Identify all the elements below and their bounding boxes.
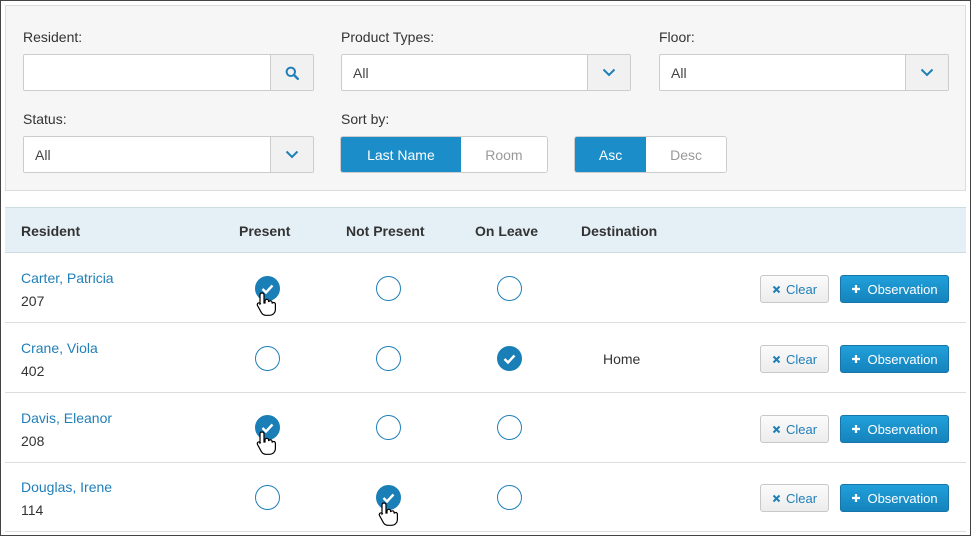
header-not-present: Not Present: [346, 223, 425, 239]
status-value: All: [35, 147, 51, 163]
resident-room: 208: [21, 433, 45, 449]
resident-room: 114: [21, 502, 44, 518]
clear-button[interactable]: Clear: [760, 275, 829, 303]
sort-asc-button[interactable]: Asc: [575, 137, 647, 172]
search-button[interactable]: [270, 55, 313, 90]
search-icon: [285, 66, 299, 80]
resident-name-link[interactable]: Carter, Patricia: [21, 270, 114, 286]
close-icon: [772, 285, 781, 293]
not-present-radio[interactable]: [376, 346, 401, 371]
table-row: Davis, Eleanor 208 Clear Observation: [5, 394, 966, 463]
clear-button-label: Clear: [785, 490, 818, 506]
observation-button-label: Observation: [867, 490, 938, 506]
table-row: Crane, Viola 402 Home Clear Observation: [5, 324, 966, 393]
chevron-down-icon: [602, 68, 616, 77]
add-observation-button[interactable]: Observation: [840, 484, 949, 512]
floor-value: All: [671, 65, 687, 81]
hand-cursor-icon: [378, 502, 398, 526]
clear-button[interactable]: Clear: [760, 415, 829, 443]
plus-icon: [852, 285, 861, 293]
on-leave-radio[interactable]: [497, 276, 522, 301]
add-observation-button[interactable]: Observation: [840, 345, 949, 373]
plus-icon: [852, 425, 861, 433]
plus-icon: [852, 355, 861, 363]
close-icon: [772, 425, 781, 433]
resident-name-link[interactable]: Crane, Viola: [21, 340, 98, 356]
resident-name-link[interactable]: Douglas, Irene: [21, 479, 112, 495]
sort-desc-button[interactable]: Desc: [646, 137, 726, 172]
resident-name-link[interactable]: Davis, Eleanor: [21, 410, 112, 426]
clear-button-label: Clear: [785, 351, 818, 367]
plus-icon: [852, 494, 861, 502]
status-label: Status:: [23, 111, 67, 127]
on-leave-radio[interactable]: [497, 415, 522, 440]
observation-button-label: Observation: [867, 281, 938, 297]
resident-search-field[interactable]: [23, 54, 314, 91]
resident-room: 402: [21, 363, 45, 379]
not-present-radio[interactable]: [376, 276, 401, 301]
present-radio[interactable]: [255, 346, 280, 371]
on-leave-radio[interactable]: [497, 346, 522, 371]
not-present-radio[interactable]: [376, 415, 401, 440]
close-icon: [772, 494, 781, 502]
add-observation-button[interactable]: Observation: [840, 415, 949, 443]
header-destination: Destination: [581, 223, 658, 239]
clear-button[interactable]: Clear: [760, 345, 829, 373]
resident-filter-label: Resident:: [23, 29, 83, 45]
chevron-down-icon: [285, 150, 299, 159]
attendance-page: Resident: Product Types: All Floor: All …: [0, 0, 971, 536]
sort-by-label: Sort by:: [341, 111, 390, 127]
on-leave-radio[interactable]: [497, 485, 522, 510]
sort-last-name-button[interactable]: Last Name: [341, 137, 461, 172]
sort-room-button[interactable]: Room: [460, 137, 547, 172]
product-types-select[interactable]: All: [341, 54, 631, 91]
product-types-label: Product Types:: [341, 29, 435, 45]
status-select[interactable]: All: [23, 136, 314, 173]
product-types-dropdown-button[interactable]: [587, 55, 630, 90]
table-row: Douglas, Irene 114 Clear Observation: [5, 463, 966, 532]
product-types-value: All: [353, 65, 369, 81]
hand-cursor-icon: [256, 292, 276, 316]
header-present: Present: [239, 223, 291, 239]
clear-button[interactable]: Clear: [760, 484, 829, 512]
hand-cursor-icon: [256, 431, 276, 455]
table-row: Carter, Patricia 207 Clear Observation: [5, 254, 966, 323]
sort-order-toggle: Asc Desc: [574, 136, 727, 173]
check-icon: [503, 354, 516, 364]
close-icon: [772, 355, 781, 363]
chevron-down-icon: [920, 68, 934, 77]
floor-select[interactable]: All: [659, 54, 949, 91]
observation-button-label: Observation: [867, 421, 938, 437]
present-radio[interactable]: [255, 485, 280, 510]
clear-button-label: Clear: [785, 281, 818, 297]
status-dropdown-button[interactable]: [270, 137, 313, 172]
observation-button-label: Observation: [867, 351, 938, 367]
floor-dropdown-button[interactable]: [905, 55, 948, 90]
filter-panel: Resident: Product Types: All Floor: All …: [5, 5, 966, 191]
table-header: Resident Present Not Present On Leave De…: [5, 207, 966, 253]
add-observation-button[interactable]: Observation: [840, 275, 949, 303]
resident-room: 207: [21, 293, 45, 309]
sort-by-toggle: Last Name Room: [340, 136, 548, 173]
header-resident: Resident: [21, 223, 81, 239]
destination-text: Home: [603, 351, 641, 367]
clear-button-label: Clear: [785, 421, 818, 437]
floor-label: Floor:: [659, 29, 695, 45]
header-on-leave: On Leave: [475, 223, 539, 239]
